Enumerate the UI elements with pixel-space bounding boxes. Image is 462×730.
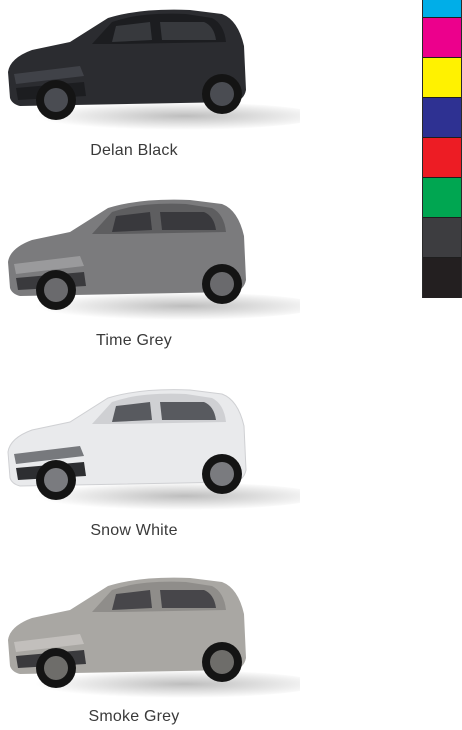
color-swatch xyxy=(423,58,461,98)
car-image xyxy=(8,199,300,320)
car-option-delan-black[interactable]: Delan Black xyxy=(0,0,300,170)
car-option-snow-white[interactable]: Snow White xyxy=(0,380,300,550)
car-image xyxy=(8,577,300,698)
color-swatch xyxy=(423,0,461,18)
color-swatch xyxy=(423,98,461,138)
color-swatch xyxy=(423,258,461,298)
color-swatch xyxy=(423,178,461,218)
car-image xyxy=(7,389,300,510)
car-color-label: Time Grey xyxy=(96,332,172,349)
car-option-time-grey[interactable]: Time Grey xyxy=(0,190,300,360)
car-color-label: Smoke Grey xyxy=(88,708,180,725)
car-color-label: Delan Black xyxy=(90,142,178,159)
car-color-label: Snow White xyxy=(90,522,178,539)
car-image xyxy=(8,9,300,130)
color-swatch-strip xyxy=(422,0,462,298)
color-swatch xyxy=(423,218,461,258)
color-swatch xyxy=(423,138,461,178)
car-option-smoke-grey[interactable]: Smoke Grey xyxy=(0,568,300,730)
color-swatch xyxy=(423,18,461,58)
